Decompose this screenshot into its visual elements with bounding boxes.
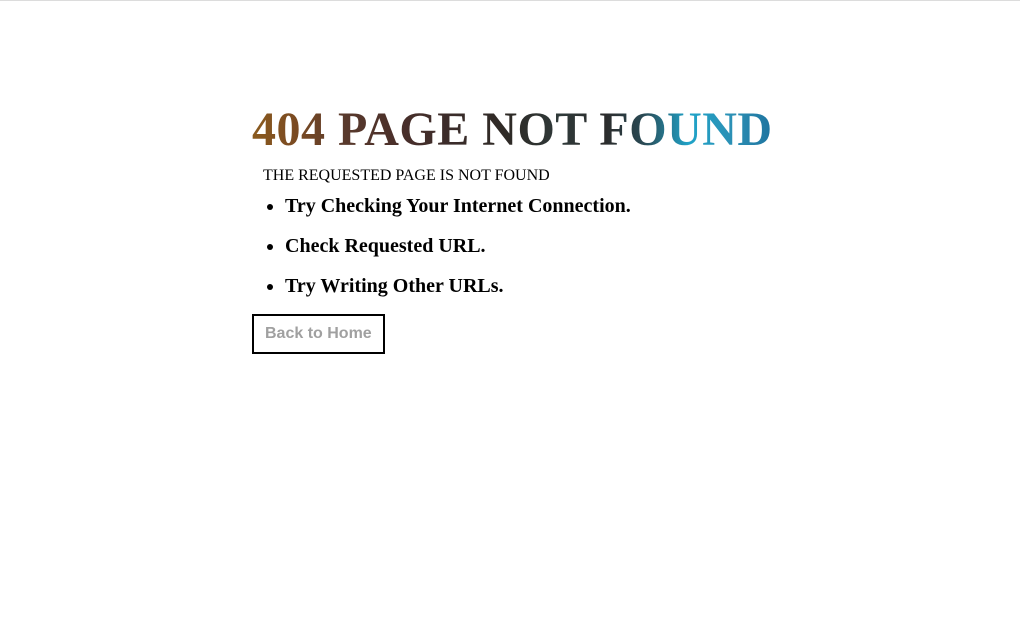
error-subtitle: THE REQUESTED PAGE IS NOT FOUND (263, 167, 550, 184)
list-item: Try Checking Your Internet Connection. (285, 194, 812, 218)
top-divider (0, 0, 1020, 1)
list-item: Check Requested URL. (285, 234, 812, 258)
error-content: 404 PAGE NOT FOUND THE REQUESTED PAGE IS… (252, 104, 812, 354)
back-to-home-button[interactable]: Back to Home (252, 314, 385, 354)
page-title: 404 PAGE NOT FOUND (252, 104, 812, 156)
troubleshooting-list: Try Checking Your Internet Connection. C… (252, 194, 812, 298)
list-item: Try Writing Other URLs. (285, 274, 812, 298)
